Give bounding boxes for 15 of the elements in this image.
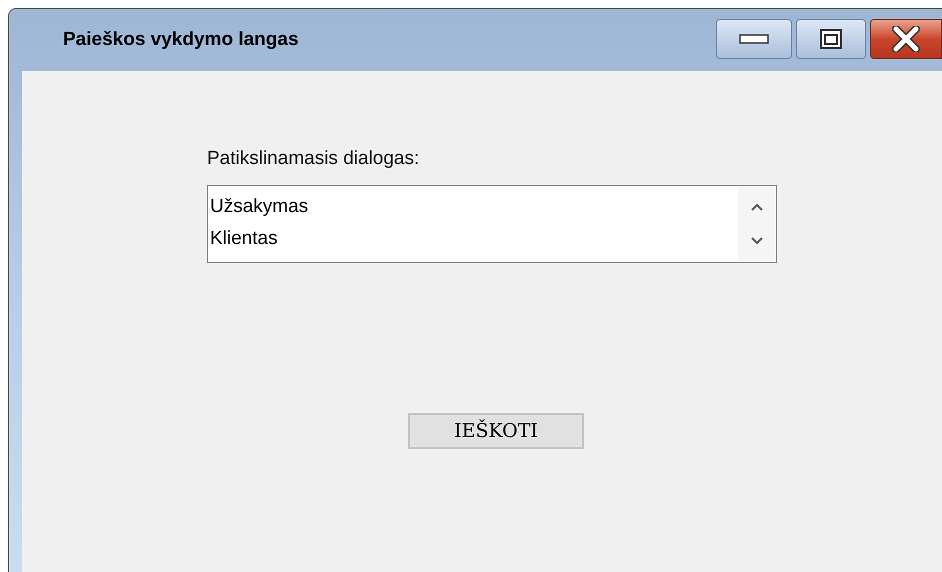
scrollbar[interactable] (738, 186, 776, 262)
list-item[interactable]: Klientas (210, 223, 738, 255)
window-title: Paieškos vykdymo langas (63, 28, 300, 52)
field-label: Patikslinamasis dialogas: (207, 147, 420, 171)
minimize-button[interactable] (716, 19, 792, 59)
list-item[interactable]: Užsakymas (210, 191, 738, 223)
scroll-down-icon[interactable] (750, 236, 764, 246)
maximize-button[interactable] (796, 19, 866, 59)
close-button[interactable] (870, 19, 942, 59)
maximize-icon (819, 28, 843, 50)
scroll-up-icon[interactable] (750, 202, 764, 212)
list-box[interactable]: Užsakymas Klientas (207, 185, 777, 263)
close-icon (892, 26, 920, 52)
minimize-icon (739, 34, 769, 44)
search-button[interactable]: IEŠKOTI (408, 413, 584, 449)
